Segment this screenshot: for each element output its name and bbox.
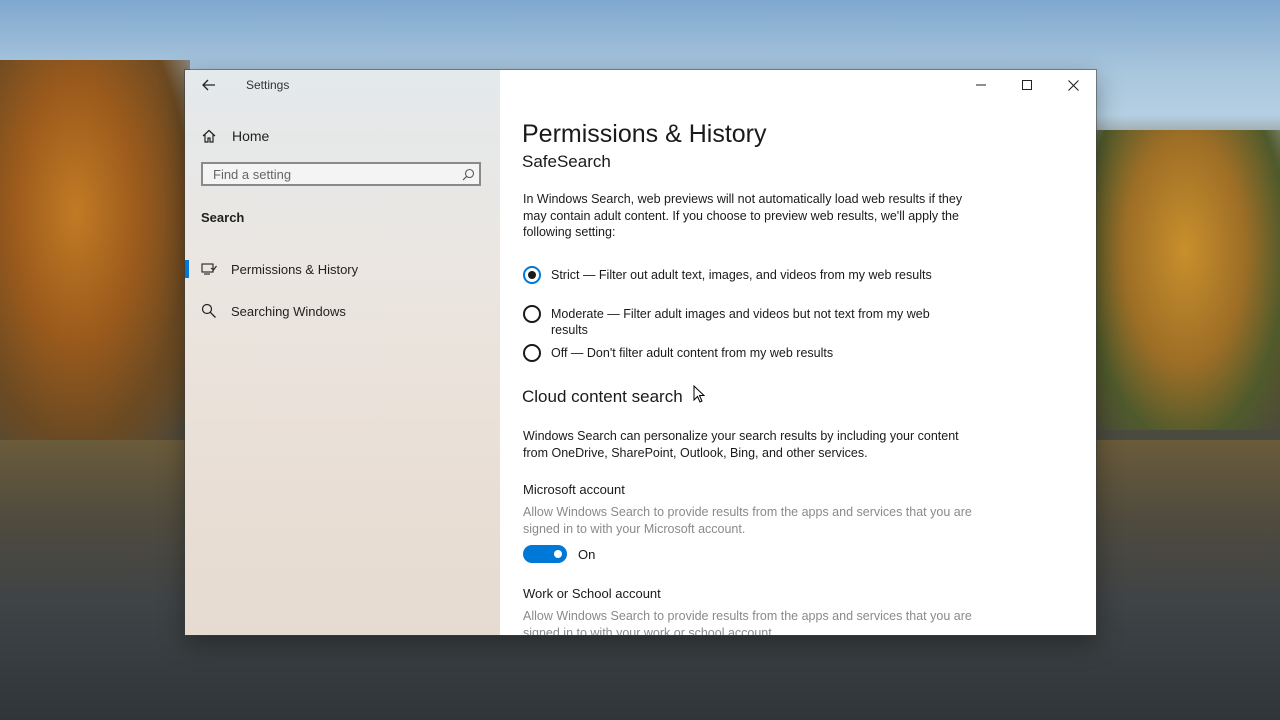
microsoft-account-toggle[interactable]: On — [523, 545, 595, 563]
sidebar-item-searching-windows[interactable]: Searching Windows — [185, 296, 500, 326]
back-arrow-icon — [202, 79, 215, 91]
search-icon — [462, 168, 474, 180]
work-school-account-description: Allow Windows Search to provide results … — [523, 609, 972, 635]
close-button[interactable] — [1050, 70, 1096, 100]
search-icon — [201, 303, 217, 319]
radio-off[interactable]: Off — Don't filter adult content from my… — [523, 344, 963, 362]
minimize-icon — [976, 84, 986, 86]
work-school-account-title: Work or School account — [523, 586, 661, 601]
sidebar-item-label: Searching Windows — [231, 303, 346, 319]
sidebar: Settings Home Search — [185, 70, 500, 635]
radio-label: Strict — Filter out adult text, images, … — [551, 268, 932, 282]
section-heading-cloud-content-search: Cloud content search — [522, 387, 683, 406]
cloud-description: Windows Search can personalize your sear… — [523, 429, 959, 460]
sidebar-item-home[interactable]: Home — [201, 124, 269, 148]
permissions-icon — [201, 261, 217, 277]
safesearch-description: In Windows Search, web previews will not… — [523, 192, 963, 239]
radio-button — [523, 305, 541, 323]
wallpaper-trees-left — [0, 60, 190, 440]
app-title: Settings — [246, 78, 290, 92]
radio-label: Moderate — Filter adult images and video… — [551, 307, 930, 337]
radio-button — [523, 344, 541, 362]
search-button[interactable] — [457, 168, 479, 181]
sidebar-item-label: Home — [232, 128, 270, 144]
microsoft-account-description: Allow Windows Search to provide results … — [523, 505, 972, 536]
section-heading-safesearch: SafeSearch — [522, 152, 611, 171]
section-heading-search: Search — [201, 210, 245, 225]
main-content: Permissions & History SafeSearch In Wind… — [500, 70, 1096, 635]
close-icon — [1067, 79, 1079, 91]
back-button[interactable] — [197, 74, 221, 96]
minimize-button[interactable] — [958, 70, 1004, 100]
radio-label: Off — Don't filter adult content from my… — [551, 346, 834, 360]
toggle-switch — [523, 545, 567, 563]
title-bar: Settings — [185, 70, 500, 100]
maximize-icon — [1022, 80, 1032, 90]
radio-moderate[interactable]: Moderate — Filter adult images and video… — [523, 305, 963, 338]
sidebar-item-label: Permissions & History — [231, 261, 359, 277]
sidebar-item-permissions-history[interactable]: Permissions & History — [185, 254, 500, 284]
maximize-button[interactable] — [1004, 70, 1050, 100]
page-title: Permissions & History — [522, 120, 767, 148]
search-input[interactable] — [203, 164, 457, 184]
find-setting-search — [201, 162, 481, 186]
settings-window: Settings Home Search — [185, 70, 1096, 635]
mouse-cursor-icon — [693, 385, 705, 403]
wallpaper-trees-right — [1090, 130, 1280, 430]
toggle-state-label: On — [578, 546, 596, 562]
microsoft-account-title: Microsoft account — [523, 482, 625, 497]
window-controls — [958, 70, 1096, 100]
radio-button-selected — [523, 266, 541, 284]
radio-strict[interactable]: Strict — Filter out adult text, images, … — [523, 266, 963, 284]
home-icon — [202, 129, 216, 143]
